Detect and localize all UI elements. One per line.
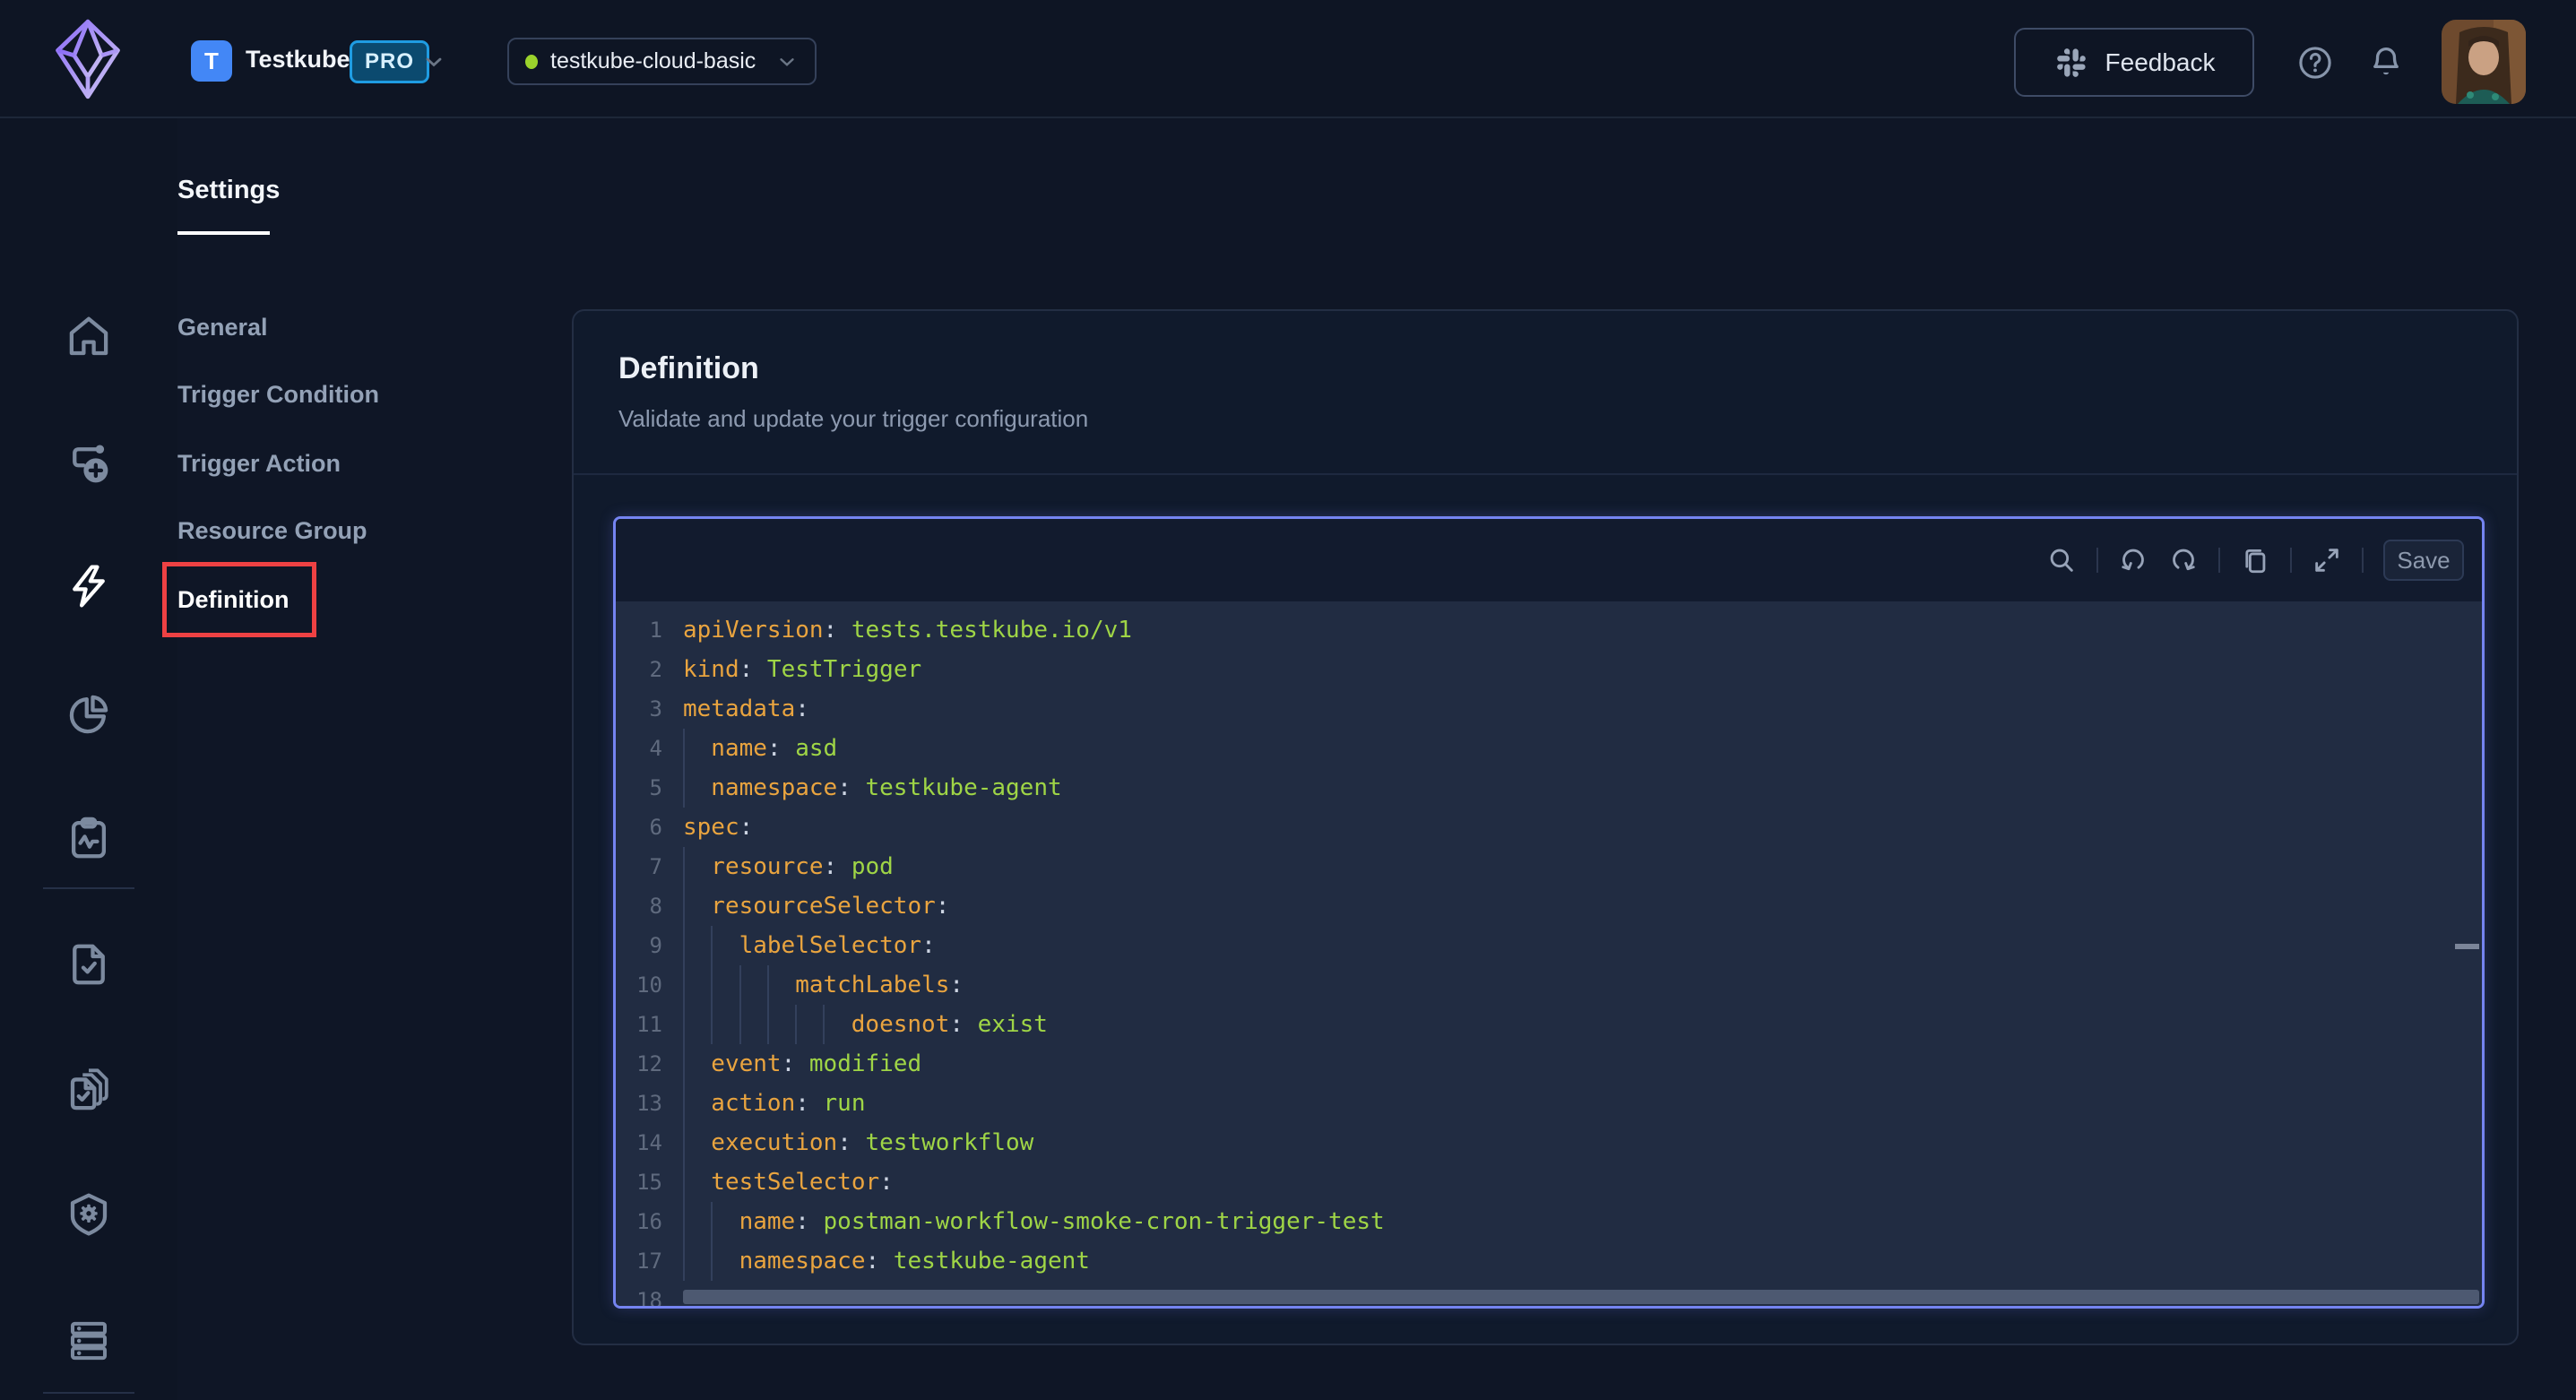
code-line: 10matchLabels: bbox=[616, 965, 2482, 1005]
slack-icon bbox=[2053, 45, 2089, 81]
feedback-button[interactable]: Feedback bbox=[2014, 28, 2254, 97]
code-line: 17namespace: testkube-agent bbox=[616, 1241, 2482, 1281]
env-status-dot bbox=[525, 55, 538, 69]
trigger-create-icon[interactable] bbox=[65, 439, 113, 488]
card-divider bbox=[574, 473, 2517, 475]
code-line: 4name: asd bbox=[616, 729, 2482, 768]
code-line: 6spec: bbox=[616, 808, 2482, 847]
executors-shield-gear-icon[interactable] bbox=[65, 1190, 113, 1239]
env-chevron-down-icon bbox=[775, 50, 799, 73]
settings-nav-item-trigger-action[interactable]: Trigger Action bbox=[177, 448, 341, 479]
redo-icon[interactable] bbox=[2168, 545, 2199, 575]
code-line: 11doesnot: exist bbox=[616, 1005, 2482, 1044]
user-avatar[interactable] bbox=[2442, 20, 2526, 104]
toolbar-separator bbox=[2218, 548, 2220, 573]
toolbar-separator bbox=[2362, 548, 2364, 573]
sidebar-divider bbox=[43, 887, 134, 889]
code-line: 16name: postman-workflow-smoke-cron-trig… bbox=[616, 1202, 2482, 1241]
code-line: 8resourceSelector: bbox=[616, 886, 2482, 926]
editor-toolbar: Save bbox=[616, 519, 2482, 601]
feedback-label: Feedback bbox=[2105, 48, 2216, 77]
code-line: 12event: modified bbox=[616, 1044, 2482, 1084]
testkube-logo[interactable] bbox=[50, 18, 125, 100]
sources-server-icon[interactable] bbox=[65, 1317, 113, 1365]
undo-icon[interactable] bbox=[2118, 545, 2148, 575]
sidebar-divider bbox=[43, 1392, 134, 1394]
code-lines: 1apiVersion: tests.testkube.io/v12kind: … bbox=[616, 601, 2482, 1307]
definition-card: Definition Validate and update your trig… bbox=[572, 309, 2519, 1345]
sidebar bbox=[0, 118, 177, 1400]
definition-highlight-box bbox=[162, 562, 316, 637]
org-name[interactable]: Testkube bbox=[246, 0, 350, 118]
settings-nav-item-resource-group[interactable]: Resource Group bbox=[177, 515, 367, 546]
env-name: testkube-cloud-basic bbox=[550, 48, 763, 74]
toolbar-separator bbox=[2096, 548, 2098, 573]
yaml-editor[interactable]: Save 1apiVersion: tests.testkube.io/v12k… bbox=[613, 516, 2485, 1309]
insights-pie-icon[interactable] bbox=[65, 690, 113, 739]
card-subtitle: Validate and update your trigger configu… bbox=[618, 405, 1088, 433]
help-icon[interactable] bbox=[2296, 44, 2334, 82]
tests-doc-check-icon[interactable] bbox=[65, 940, 113, 989]
settings-tab-underline bbox=[177, 231, 270, 235]
code-line: 3metadata: bbox=[616, 689, 2482, 729]
code-line: 5namespace: testkube-agent bbox=[616, 768, 2482, 808]
test-suites-docs-icon[interactable] bbox=[65, 1065, 113, 1113]
org-avatar[interactable]: T bbox=[191, 40, 232, 82]
code-line: 2kind: TestTrigger bbox=[616, 650, 2482, 689]
notifications-bell-icon[interactable] bbox=[2367, 44, 2405, 82]
home-icon[interactable] bbox=[65, 313, 113, 361]
org-chevron-down-icon[interactable] bbox=[421, 49, 446, 74]
triggers-lightning-icon[interactable] bbox=[65, 562, 113, 610]
environment-selector[interactable]: testkube-cloud-basic bbox=[507, 38, 817, 85]
code-line: 15testSelector: bbox=[616, 1162, 2482, 1202]
overview-cursor-marker bbox=[2455, 944, 2479, 949]
plan-badge: PRO bbox=[350, 40, 429, 83]
settings-nav-item-general[interactable]: General bbox=[177, 312, 268, 342]
settings-nav-item-trigger-condition[interactable]: Trigger Condition bbox=[177, 379, 379, 410]
horizontal-scrollbar[interactable] bbox=[683, 1290, 2479, 1304]
copy-icon[interactable] bbox=[2240, 545, 2270, 575]
code-editor-area[interactable]: 1apiVersion: tests.testkube.io/v12kind: … bbox=[616, 601, 2482, 1307]
search-icon[interactable] bbox=[2046, 545, 2077, 575]
health-clipboard-pulse-icon[interactable] bbox=[65, 814, 113, 862]
topbar: T Testkube PRO testkube-cloud-basic Feed… bbox=[0, 0, 2576, 118]
settings-tab[interactable]: Settings bbox=[177, 176, 280, 205]
code-line: 14execution: testworkflow bbox=[616, 1123, 2482, 1162]
code-line: 13action: run bbox=[616, 1084, 2482, 1123]
expand-icon[interactable] bbox=[2312, 545, 2342, 575]
code-line: 9labelSelector: bbox=[616, 926, 2482, 965]
code-line: 1apiVersion: tests.testkube.io/v1 bbox=[616, 610, 2482, 650]
code-line: 7resource: pod bbox=[616, 847, 2482, 886]
card-title: Definition bbox=[618, 351, 759, 386]
testkube-dashboard: T Testkube PRO testkube-cloud-basic Feed… bbox=[0, 0, 2576, 1400]
save-button[interactable]: Save bbox=[2383, 540, 2464, 581]
toolbar-separator bbox=[2290, 548, 2292, 573]
